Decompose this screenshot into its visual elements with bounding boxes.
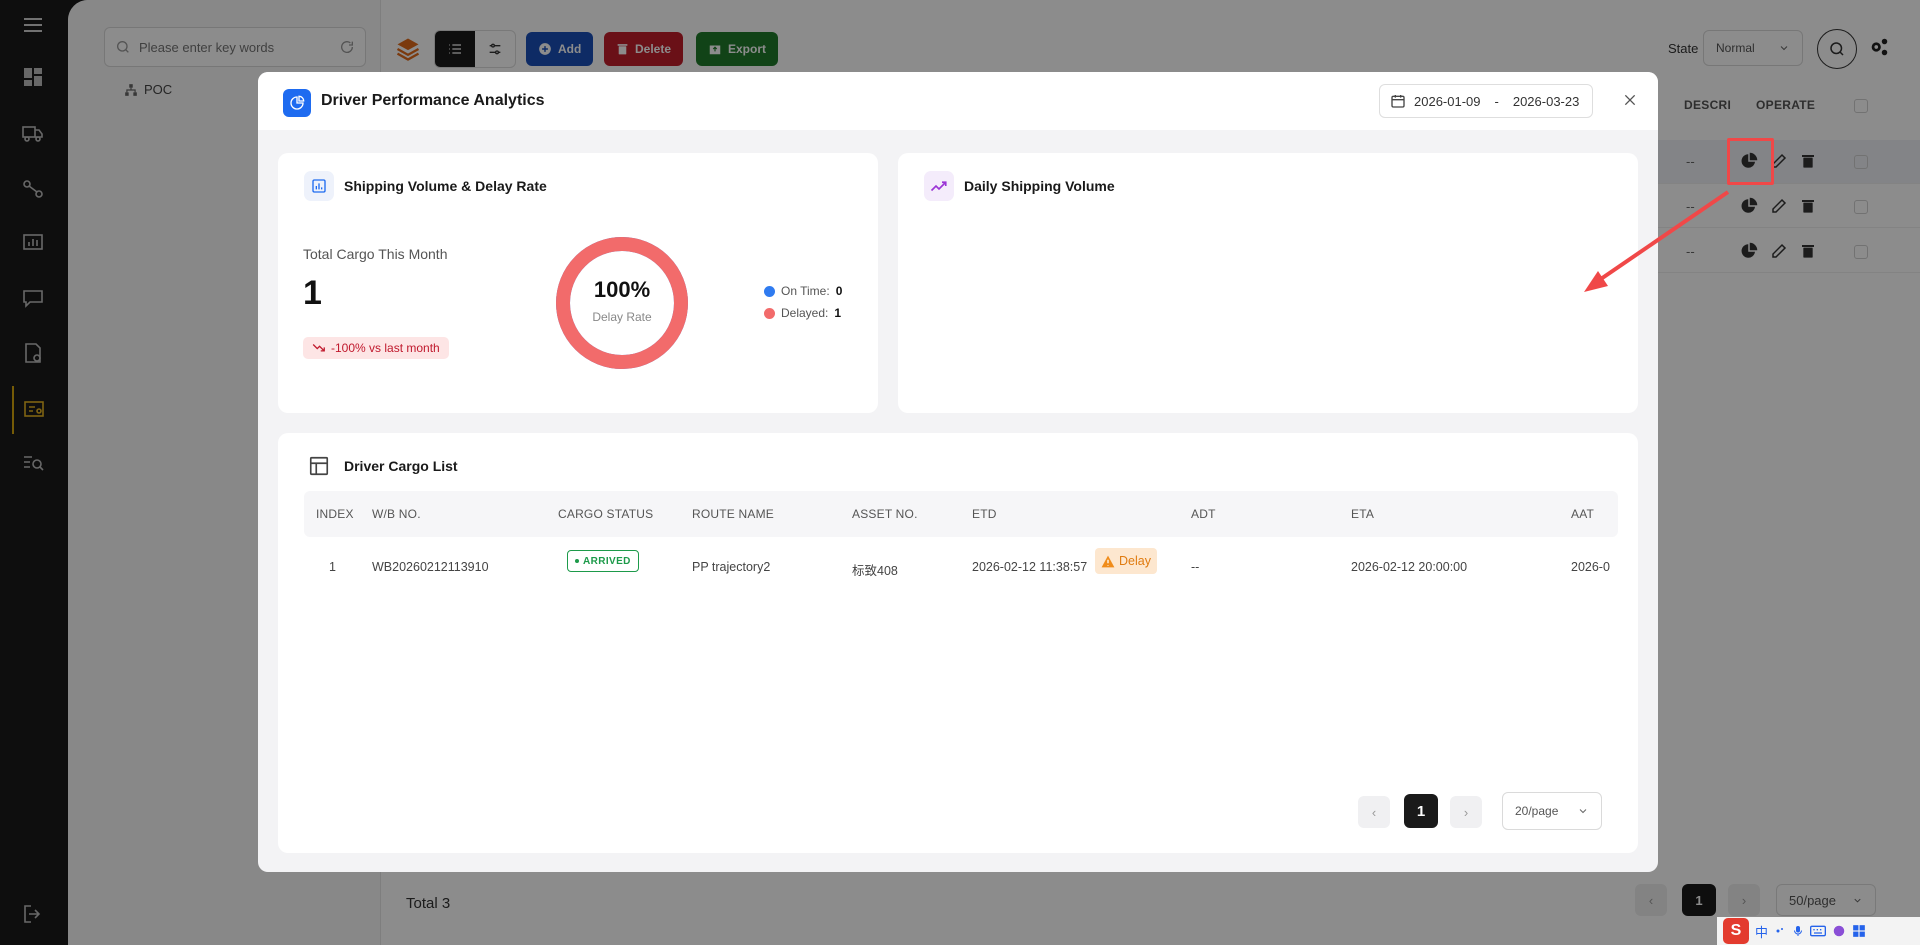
status-badge: ARRIVED [567,550,639,572]
warning-icon [1101,555,1115,567]
cell-index: 1 [329,560,336,574]
modal-title: Driver Performance Analytics [321,92,545,109]
cell-eta: 2026-02-12 20:00:00 [1351,560,1468,574]
shipping-volume-title: Shipping Volume & Delay Rate [344,178,547,194]
cell-wb-no: WB20260212113910 [372,560,489,574]
skin-icon[interactable] [1832,924,1846,938]
legend-on-time: On Time: 0 [764,284,842,298]
column-header-adt: ADT [1191,507,1216,521]
driver-cargo-list-card: Driver Cargo List INDEX W/B NO. CARGO ST… [278,433,1638,853]
microphone-icon[interactable] [1792,924,1804,938]
column-header-wb-no: W/B NO. [372,507,421,521]
daily-shipping-card: Daily Shipping Volume [898,153,1638,413]
punctuation-icon[interactable] [1774,925,1786,937]
column-header-route-name: ROUTE NAME [692,507,775,521]
cell-aat: 2026-0 [1571,560,1610,574]
cargo-list-title: Driver Cargo List [344,458,458,474]
page-current[interactable]: 1 [1404,794,1438,828]
column-header-etd: ETD [972,507,997,521]
legend-value: 0 [835,284,843,298]
highlight-box [1727,138,1774,185]
card-title: Daily Shipping Volume [924,171,1115,201]
ime-mode[interactable]: 中 [1755,922,1768,941]
column-header-aat: AAT [1571,507,1595,521]
total-cargo-value: 1 [303,274,322,312]
date-end[interactable]: 2026-03-23 [1513,94,1580,109]
column-header-eta: ETA [1351,507,1375,521]
donut-delayed-arc [556,237,688,369]
legend-value: 1 [834,306,842,320]
legend-dot-red [764,307,775,319]
legend-dot-blue [764,285,775,297]
ime-logo[interactable]: S [1723,918,1749,944]
delay-badge: Delay [1095,548,1157,574]
column-header-cargo-status: CARGO STATUS [558,507,654,521]
daily-shipping-title: Daily Shipping Volume [964,178,1115,194]
shipping-volume-card: Shipping Volume & Delay Rate Total Cargo… [278,153,878,413]
analytics-pie-icon [283,89,311,117]
delay-text: Delay [1119,554,1151,568]
keyboard-icon[interactable] [1810,925,1827,937]
ime-tray: S 中 [1717,917,1920,945]
trend-line-icon [924,171,954,201]
legend-label: Delayed: [781,306,829,320]
page-size-select[interactable]: 20/page [1502,792,1602,830]
total-cargo-label: Total Cargo This Month [303,246,448,262]
status-dot [575,559,579,563]
delay-rate-label: Delay Rate [592,310,652,324]
table-header: INDEX W/B NO. CARGO STATUS ROUTE NAME AS… [304,491,1618,537]
toolbox-icon[interactable] [1852,924,1866,938]
close-icon[interactable] [1618,88,1642,112]
column-header-asset-no: ASSET NO. [852,507,918,521]
delay-rate-percent: 100% [593,277,651,302]
trend-badge: -100% vs last month [303,337,449,359]
legend-label: On Time: [781,284,830,298]
card-title: Shipping Volume & Delay Rate [304,171,547,201]
cell-etd: 2026-02-12 11:38:57 [972,560,1088,574]
calendar-icon [1391,95,1405,108]
trend-text: -100% vs last month [331,341,440,355]
prev-page-button[interactable]: ‹ [1358,796,1390,828]
column-header-index: INDEX [316,507,354,521]
table-icon [304,451,334,481]
next-page-button[interactable]: › [1450,796,1482,828]
legend-delayed: Delayed: 1 [764,306,841,320]
cell-route-name: PP trajectory2 [692,560,771,574]
trending-down-icon [312,344,325,352]
status-text: ARRIVED [583,555,631,567]
date-range-picker[interactable]: 2026-01-09 - 2026-03-23 [1379,84,1593,118]
modal-header: Driver Performance Analytics 2026-01-09 … [258,72,1658,130]
page-size-value: 20/page [1515,804,1559,818]
cell-adt: -- [1191,560,1200,574]
driver-analytics-modal: Driver Performance Analytics 2026-01-09 … [258,72,1658,872]
bar-chart-icon [304,171,334,201]
date-separator: - [1494,93,1499,109]
cell-asset-no: 标致408 [852,564,898,578]
delay-rate-donut [556,237,688,369]
date-start[interactable]: 2026-01-09 [1414,94,1481,109]
chevron-down-icon [1579,809,1587,814]
card-title: Driver Cargo List [304,451,458,481]
